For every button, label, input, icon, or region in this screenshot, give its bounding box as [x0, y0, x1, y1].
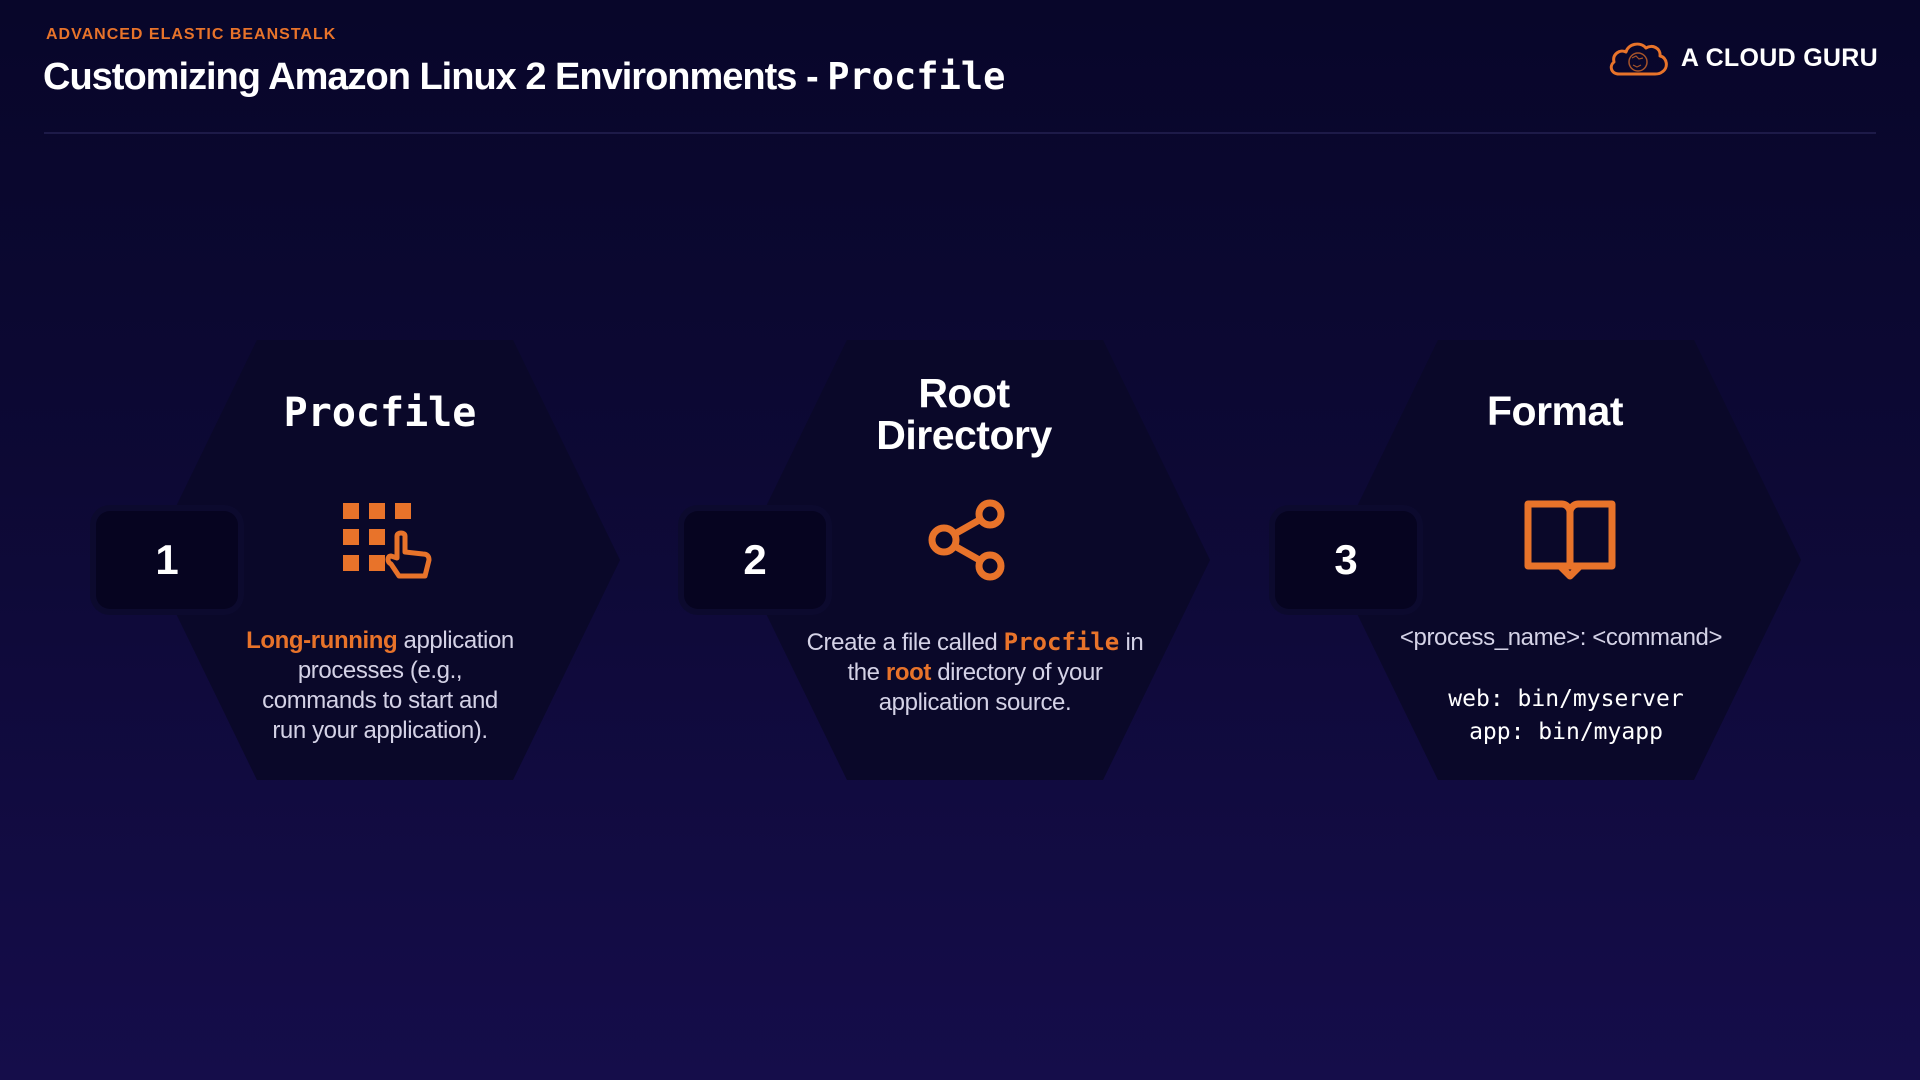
- desc-line: the root directory of your: [790, 658, 1160, 688]
- code-example: web: bin/myserver app: bin/myapp: [1351, 683, 1781, 749]
- card-title-line: Directory: [876, 412, 1052, 458]
- desc-text: in: [1119, 629, 1144, 656]
- desc-text: directory of your: [930, 659, 1103, 686]
- cloud-logo-icon: [1609, 42, 1668, 76]
- code-line: app: bin/myapp: [1469, 719, 1663, 745]
- slide-title-main: Customizing Amazon Linux 2 Environments …: [43, 56, 828, 98]
- open-book-icon: [1524, 500, 1616, 580]
- desc-line: Create a file called Procfile in: [790, 627, 1160, 658]
- desc-highlight-mono: Procfile: [1003, 628, 1120, 656]
- step-number-1: 1: [96, 511, 238, 609]
- header-divider: [44, 132, 1876, 134]
- desc-highlight: root: [885, 659, 931, 686]
- desc-line: Long-running application: [200, 626, 560, 656]
- card-description: Long-running application processes (e.g.…: [200, 626, 560, 746]
- desc-line: run your application).: [272, 717, 488, 744]
- section-eyebrow: ADVANCED ELASTIC BEANSTALK: [46, 26, 337, 43]
- step-number-2: 2: [684, 511, 826, 609]
- card-title-line: Root: [918, 370, 1010, 416]
- apps-grid-hand-icon: [343, 503, 432, 579]
- desc-text: application: [397, 627, 515, 654]
- share-icon: [928, 499, 1005, 581]
- desc-line: commands to start and: [262, 687, 498, 714]
- desc-line: application source.: [878, 689, 1072, 716]
- card-title: Format: [1487, 388, 1623, 434]
- desc-text: the: [847, 659, 886, 686]
- card-title: Root Directory: [724, 372, 1204, 456]
- desc-highlight: Long-running: [246, 627, 398, 654]
- desc-text: Create a file called: [806, 629, 1004, 656]
- format-syntax: <process_name>: <command>: [1399, 624, 1723, 651]
- brand-name: A CLOUD GURU: [1680, 43, 1878, 72]
- code-line: web: bin/myserver: [1448, 686, 1684, 712]
- brand-logo: A CLOUD GURU: [1607, 38, 1878, 78]
- slide-title-mono: Procfile: [827, 55, 1006, 98]
- card-title: Procfile: [283, 390, 477, 436]
- desc-line: processes (e.g.,: [297, 657, 463, 684]
- step-number-3: 3: [1275, 511, 1417, 609]
- slide-title: Customizing Amazon Linux 2 Environments …: [43, 55, 1005, 99]
- card-description: Create a file called Procfile in the roo…: [790, 627, 1160, 718]
